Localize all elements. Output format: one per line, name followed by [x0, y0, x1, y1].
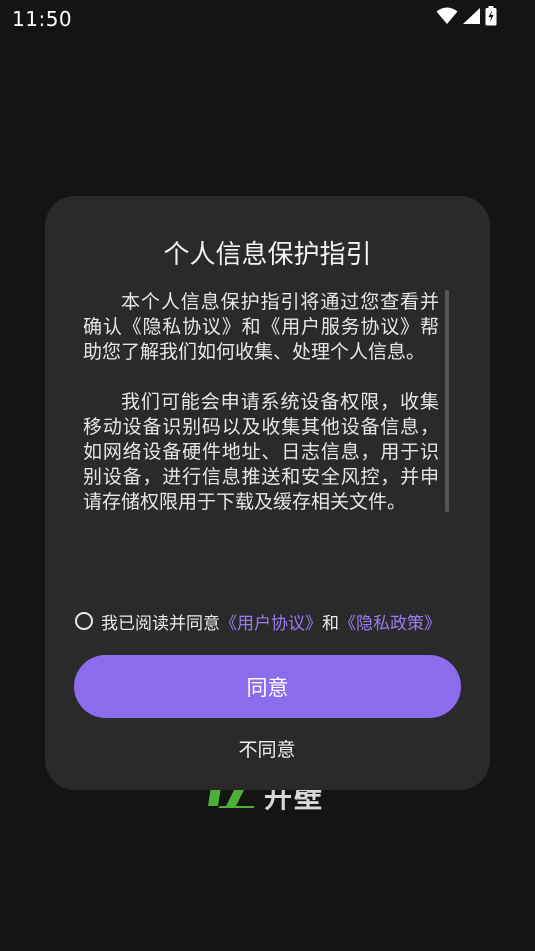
screen: 11:50 开壁 个人信息保护指引 本个人信息保护指引将通过您查看并确认《隐私协… [0, 0, 535, 951]
policy-paragraph: 本个人信息保护指引将通过您查看并确认《隐私协议》和《用户服务协议》帮助您了解我们… [83, 291, 439, 363]
dialog-title: 个人信息保护指引 [163, 240, 372, 270]
policy-paragraph: 我们可能会申请系统设备权限，收集移动设备识别码以及收集其他设备信息，如网络设备硬… [83, 391, 439, 513]
status-bar: 11:50 [0, 0, 535, 36]
agreement-row: 我已阅读并同意 《用户协议》 和 《隐私政策》 [75, 609, 441, 634]
content-scrollbar[interactable] [445, 290, 449, 512]
wifi-icon [436, 7, 458, 29]
privacy-dialog: 个人信息保护指引 本个人信息保护指引将通过您查看并确认《隐私协议》和《用户服务协… [45, 196, 490, 790]
status-time: 11:50 [12, 7, 73, 31]
cellular-signal-icon [462, 7, 481, 29]
agreement-connector: 和 [322, 613, 339, 634]
agreement-checkbox[interactable] [75, 612, 93, 630]
agree-button[interactable]: 同意 [74, 655, 461, 718]
privacy-policy-link[interactable]: 《隐私政策》 [339, 609, 441, 634]
disagree-button[interactable]: 不同意 [167, 731, 367, 765]
status-icons [436, 6, 497, 30]
policy-content[interactable]: 本个人信息保护指引将通过您查看并确认《隐私协议》和《用户服务协议》帮助您了解我们… [83, 290, 439, 560]
battery-charging-icon [485, 6, 497, 30]
agreement-prefix: 我已阅读并同意 [101, 613, 220, 634]
user-agreement-link[interactable]: 《用户协议》 [220, 609, 322, 634]
